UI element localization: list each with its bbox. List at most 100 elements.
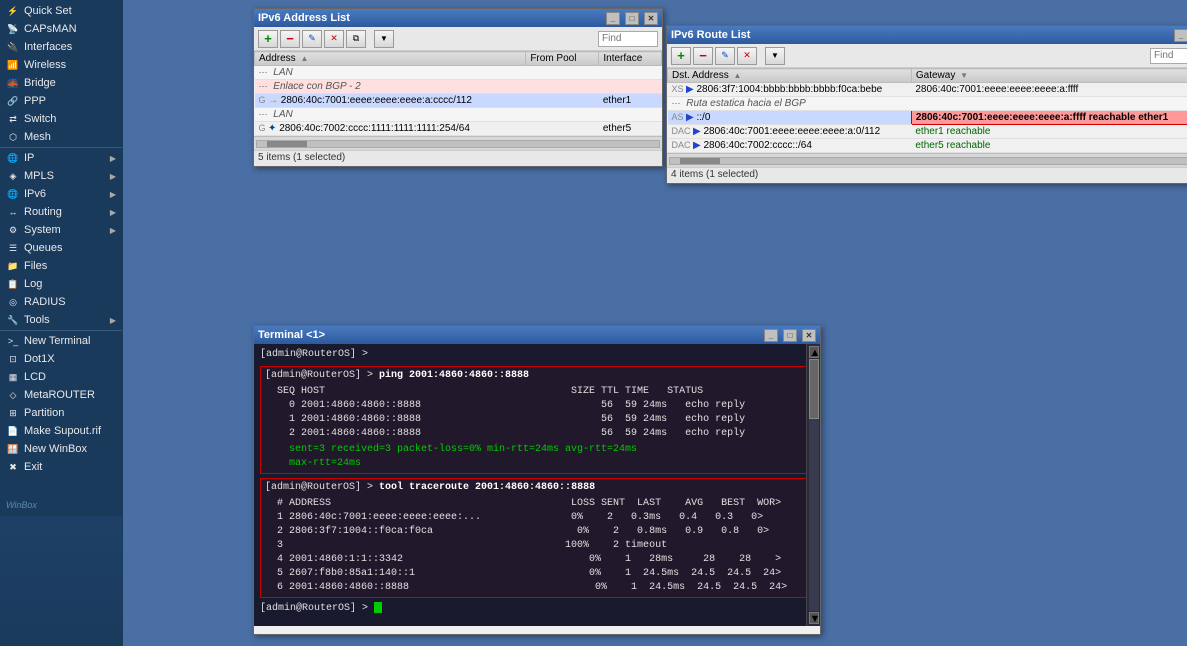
scrollbar-thumb-v[interactable] [809, 359, 819, 419]
table-row[interactable]: ··· Ruta estatica hacia el BGP [668, 97, 1187, 111]
terminal-vscrollbar[interactable]: ▲ ▼ [806, 344, 820, 626]
table-row[interactable]: DAC ▶ 2806:40c:7002:cccc::/64 ether5 rea… [668, 139, 1187, 153]
ipv6-route-filter-btn[interactable]: ▼ [765, 47, 785, 65]
scrollbar-up-btn[interactable]: ▲ [809, 346, 819, 358]
sidebar-item-dot1x[interactable]: ⊡ Dot1X [0, 350, 122, 368]
scrollbar-down-btn[interactable]: ▼ [809, 612, 819, 624]
ipv6-addr-cross-btn[interactable]: ✕ [324, 30, 344, 48]
capsman-icon: 📡 [6, 22, 20, 36]
ipv6-addr-titlebar[interactable]: IPv6 Address List _ □ ✕ [254, 9, 662, 27]
add-icon: + [264, 31, 272, 46]
routing-icon: ↔ [6, 205, 20, 219]
scrollbar-track[interactable] [669, 157, 1187, 165]
sidebar-item-label: Queues [24, 242, 63, 254]
col-header-gateway[interactable]: Gateway ▼ [911, 69, 1187, 83]
ipv6-addr-edit-btn[interactable]: ✎ [302, 30, 322, 48]
sidebar-item-ipv6[interactable]: 🌐 IPv6 ▶ [0, 185, 122, 203]
sidebar-item-new-winbox[interactable]: 🪟 New WinBox [0, 440, 122, 458]
sidebar-item-new-terminal[interactable]: >_ New Terminal [0, 332, 122, 350]
sidebar-item-lcd[interactable]: ▦ LCD [0, 368, 122, 386]
sidebar-item-capsman[interactable]: 📡 CAPsMAN [0, 20, 122, 38]
table-row[interactable]: DAC ▶ 2806:40c:7001:eeee:eeee:eeee:a:0/1… [668, 125, 1187, 139]
ipv6-route-status-text: 4 items (1 selected) [671, 169, 758, 180]
scrollbar-track[interactable] [256, 140, 660, 148]
scrollbar-thumb[interactable] [267, 141, 307, 147]
sidebar-item-label: MPLS [24, 170, 54, 182]
ipv6-route-hscrollbar[interactable] [667, 153, 1187, 167]
col-header-address[interactable]: Address ▲ [255, 52, 526, 66]
ipv6-addr-find-input[interactable] [598, 31, 658, 47]
ipv6-route-cross-btn[interactable]: ✕ [737, 47, 757, 65]
sidebar-item-files[interactable]: 📁 Files [0, 257, 122, 275]
sidebar-item-system[interactable]: ⚙ System ▶ [0, 221, 122, 239]
ipv6-address-list-window: IPv6 Address List _ □ ✕ + − ✎ ✕ ⧉ ▼ Addr… [253, 8, 663, 167]
ipv6-route-table: Dst. Address ▲ Gateway ▼ XS ▶ [667, 68, 1187, 153]
terminal-body[interactable]: [admin@RouterOS] > [admin@RouterOS] > pi… [254, 344, 820, 626]
col-header-interface[interactable]: Interface [599, 52, 662, 66]
terminal-minimize-btn[interactable]: _ [764, 329, 778, 342]
ipv6-addr-maximize-btn[interactable]: □ [625, 12, 639, 25]
cross-icon: ✕ [743, 50, 751, 61]
switch-icon: ⇄ [6, 112, 20, 126]
sidebar-item-mpls[interactable]: ◈ MPLS ▶ [0, 167, 122, 185]
remove-icon: − [699, 48, 707, 63]
ipv6-addr-remove-btn[interactable]: − [280, 30, 300, 48]
ipv6-route-find-input[interactable] [1150, 48, 1187, 64]
table-row-selected[interactable]: AS ▶ ::/0 2806:40c:7001:eeee:eeee:eeee:a… [668, 111, 1187, 125]
ipv6-route-minimize-btn[interactable]: _ [1174, 29, 1187, 42]
mpls-arrow: ▶ [110, 172, 116, 181]
table-row-selected[interactable]: G → 2806:40c:7001:eeee:eeee:eeee:a:cccc/… [255, 94, 662, 108]
sidebar: ⚡ Quick Set 📡 CAPsMAN 🔌 Interfaces 📶 Wir… [0, 0, 123, 646]
ipv6-addr-close-btn[interactable]: ✕ [644, 12, 658, 25]
sidebar-item-bridge[interactable]: 🌉 Bridge [0, 74, 122, 92]
terminal-maximize-btn[interactable]: □ [783, 329, 797, 342]
table-row[interactable]: G ✦ 2806:40c:7002:cccc:1111:1111:1111:25… [255, 122, 662, 136]
sidebar-item-label: New Terminal [24, 335, 90, 347]
ipv6-route-titlebar[interactable]: IPv6 Route List _ □ ✕ [667, 26, 1187, 44]
table-row[interactable]: XS ▶ 2806:3f7:1004:bbbb:bbbb:bbbb:f0ca:b… [668, 83, 1187, 97]
sidebar-item-log[interactable]: 📋 Log [0, 275, 122, 293]
sidebar-item-label: IP [24, 152, 34, 164]
sidebar-item-wireless[interactable]: 📶 Wireless [0, 56, 122, 74]
traceroute-row-2: 2 2806:3f7:1004::f0ca:f0ca 0% 2 0.8ms 0.… [265, 525, 809, 539]
sidebar-item-switch[interactable]: ⇄ Switch [0, 110, 122, 128]
col-header-dst[interactable]: Dst. Address ▲ [668, 69, 912, 83]
sidebar-item-label: CAPsMAN [24, 23, 77, 35]
ipv6-route-edit-btn[interactable]: ✎ [715, 47, 735, 65]
ipv6-addr-minimize-btn[interactable]: _ [606, 12, 620, 25]
sidebar-item-ppp[interactable]: 🔗 PPP [0, 92, 122, 110]
sidebar-item-queues[interactable]: ☰ Queues [0, 239, 122, 257]
ipv6-addr-copy-btn[interactable]: ⧉ [346, 30, 366, 48]
col-header-pool[interactable]: From Pool [526, 52, 599, 66]
sidebar-item-partition[interactable]: ⊞ Partition [0, 404, 122, 422]
sidebar-item-make-supout[interactable]: 📄 Make Supout.rif [0, 422, 122, 440]
scrollbar-thumb[interactable] [680, 158, 720, 164]
main-area: IPv6 Address List _ □ ✕ + − ✎ ✕ ⧉ ▼ Addr… [123, 0, 1187, 646]
sidebar-item-label: IPv6 [24, 188, 46, 200]
sidebar-item-ip[interactable]: 🌐 IP ▶ [0, 149, 122, 167]
sidebar-item-label: Mesh [24, 131, 51, 143]
sidebar-item-quick-set[interactable]: ⚡ Quick Set [0, 2, 122, 20]
terminal-titlebar[interactable]: Terminal <1> _ □ ✕ [254, 326, 820, 344]
sidebar-item-mesh[interactable]: ⬡ Mesh [0, 128, 122, 146]
sidebar-item-routing[interactable]: ↔ Routing ▶ [0, 203, 122, 221]
sidebar-item-interfaces[interactable]: 🔌 Interfaces [0, 38, 122, 56]
edit-icon: ✎ [721, 50, 729, 61]
scrollbar-track-v[interactable] [809, 359, 819, 611]
sidebar-item-label: Quick Set [24, 5, 72, 17]
ipv6-addr-table-container: Address ▲ From Pool Interface ··· LAN ··… [254, 51, 662, 136]
ipv6-route-add-btn[interactable]: + [671, 47, 691, 65]
sidebar-item-tools[interactable]: 🔧 Tools ▶ [0, 311, 122, 329]
terminal-close-btn[interactable]: ✕ [802, 329, 816, 342]
ipv6-route-remove-btn[interactable]: − [693, 47, 713, 65]
sidebar-item-exit[interactable]: ✖ Exit [0, 458, 122, 476]
table-row[interactable]: ··· LAN [255, 66, 662, 80]
table-row[interactable]: ··· LAN [255, 108, 662, 122]
ipv6-addr-hscrollbar[interactable] [254, 136, 662, 150]
table-row[interactable]: ··· Enlace con BGP - 2 [255, 80, 662, 94]
ipv6-addr-filter-btn[interactable]: ▼ [374, 30, 394, 48]
sidebar-item-radius[interactable]: ◎ RADIUS [0, 293, 122, 311]
ipv6-addr-add-btn[interactable]: + [258, 30, 278, 48]
sidebar-item-metarouter[interactable]: ◇ MetaROUTER [0, 386, 122, 404]
ipv6-addr-status-text: 5 items (1 selected) [258, 152, 345, 163]
